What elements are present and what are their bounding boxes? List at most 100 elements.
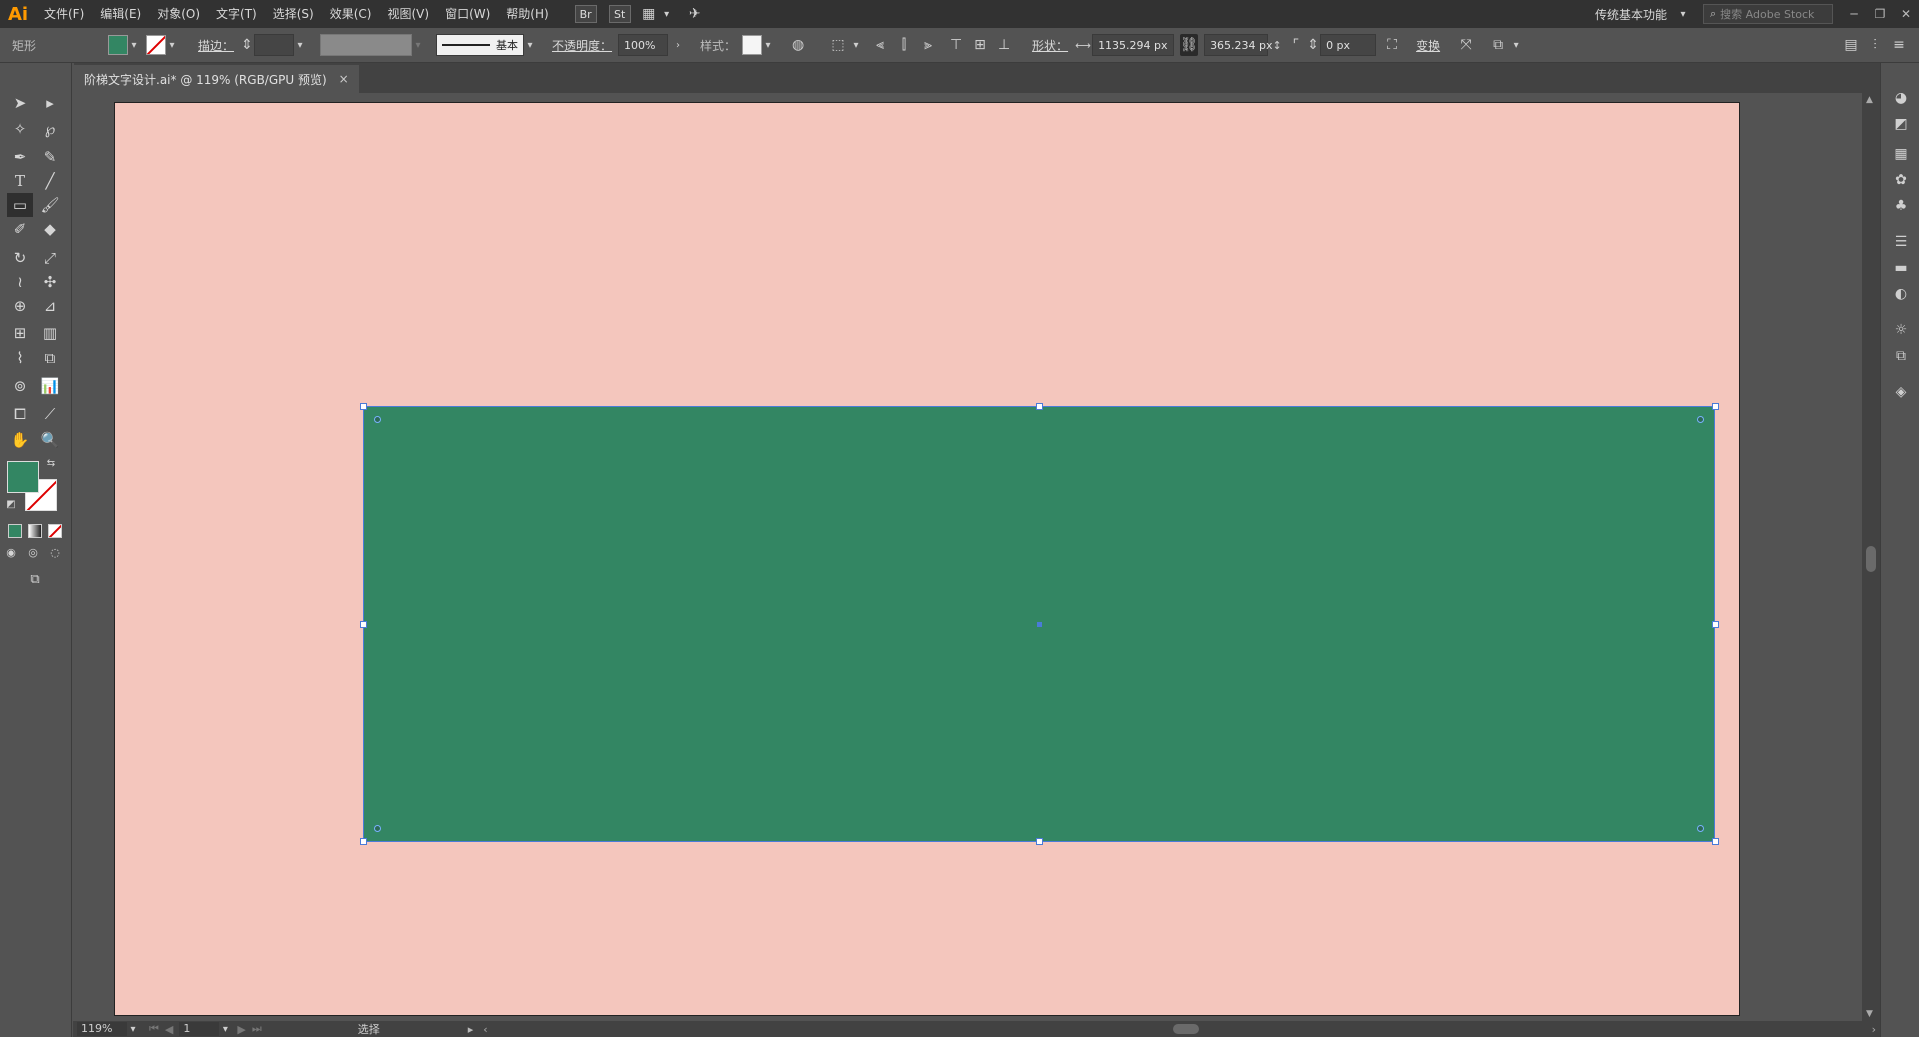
stroke-swatch[interactable] xyxy=(146,35,166,55)
handle-top-left[interactable] xyxy=(360,403,367,410)
direct-selection-tool-icon[interactable]: ▸ xyxy=(37,91,63,115)
stroke-panel-icon[interactable]: ☰ xyxy=(1890,231,1912,253)
align-left-icon[interactable]: ⫷ xyxy=(868,33,892,57)
corner-widget-top-left[interactable] xyxy=(374,416,381,423)
menu-effect[interactable]: 效果(C) xyxy=(322,0,380,28)
handle-middle-right[interactable] xyxy=(1712,621,1719,628)
swatches-panel-icon[interactable]: ▦ xyxy=(1890,143,1912,165)
default-fill-stroke-icon[interactable]: ◩ xyxy=(4,497,18,511)
restore-icon[interactable]: ❐ xyxy=(1867,0,1893,28)
rotate-tool-icon[interactable]: ↻ xyxy=(7,246,33,270)
scale-tool-icon[interactable]: ⤢ xyxy=(37,246,63,270)
handle-bottom-right[interactable] xyxy=(1712,838,1719,845)
align-vertical-center-icon[interactable]: ⊞ xyxy=(968,33,992,57)
symbols-panel-icon[interactable]: ♣ xyxy=(1890,195,1912,217)
stroke-dropdown-icon[interactable]: ▾ xyxy=(166,40,178,51)
paintbrush-tool-icon[interactable]: 🖌 xyxy=(37,193,63,217)
curvature-tool-icon[interactable]: ✎ xyxy=(37,145,63,169)
appearance-panel-icon[interactable]: ☼ xyxy=(1890,319,1912,341)
scroll-down-arrow-icon[interactable]: ▼ xyxy=(1866,1009,1873,1019)
selected-green-rectangle[interactable] xyxy=(363,406,1715,842)
handle-top-center[interactable] xyxy=(1036,403,1043,410)
variable-width-profile[interactable] xyxy=(320,34,413,56)
width-tool-icon[interactable]: ≀ xyxy=(7,270,33,294)
corner-type-icon[interactable]: ⌜ xyxy=(1286,33,1306,57)
handle-middle-left[interactable] xyxy=(360,621,367,628)
stock-button[interactable]: St xyxy=(608,5,631,23)
minimize-icon[interactable]: ─ xyxy=(1841,0,1867,28)
corner-radius-field[interactable]: 0 px xyxy=(1320,34,1377,56)
zoom-dropdown-icon[interactable]: ▾ xyxy=(127,1024,139,1035)
perspective-grid-tool-icon[interactable]: ⊿ xyxy=(37,294,63,318)
menu-select[interactable]: 选择(S) xyxy=(265,0,322,28)
lasso-tool-icon[interactable]: ℘ xyxy=(37,117,63,141)
zoom-level-field[interactable]: 119% xyxy=(77,1022,127,1036)
draw-inside-icon[interactable]: ◌ xyxy=(46,543,64,561)
draw-normal-icon[interactable]: ◉ xyxy=(2,543,20,561)
opacity-field[interactable]: 100% xyxy=(618,34,669,56)
graphic-style-swatch[interactable] xyxy=(742,35,763,55)
symbol-sprayer-tool-icon[interactable]: ⊚ xyxy=(7,374,33,398)
corner-widget-top-right[interactable] xyxy=(1697,416,1704,423)
control-menu-icon[interactable]: ⫶ xyxy=(1863,33,1887,57)
arrange-panels-icon[interactable]: ▤ xyxy=(1839,33,1863,57)
height-field[interactable]: 365.234 px xyxy=(1204,34,1273,56)
blend-tool-icon[interactable]: ⧉ xyxy=(37,346,63,370)
gradient-tool-icon[interactable]: ▥ xyxy=(37,321,63,345)
corner-widget-bottom-right[interactable] xyxy=(1697,825,1704,832)
shaper-tool-icon[interactable]: ✐ xyxy=(7,217,33,241)
handle-top-right[interactable] xyxy=(1712,403,1719,410)
document-tab-close-icon[interactable]: × xyxy=(339,72,349,86)
draw-behind-icon[interactable]: ◎ xyxy=(24,543,42,561)
artboard-tool-icon[interactable]: ⧠ xyxy=(7,402,33,426)
shape-builder-tool-icon[interactable]: ⊕ xyxy=(7,294,33,318)
menu-file[interactable]: 文件(F) xyxy=(36,0,92,28)
type-tool-icon[interactable]: T xyxy=(7,169,33,193)
workspace-dropdown-icon[interactable]: ▾ xyxy=(1677,9,1689,20)
status-menu-arrow-icon[interactable]: ▸ xyxy=(468,1023,474,1036)
screen-mode-icon[interactable]: ⧉ xyxy=(22,569,48,589)
corner-widget-bottom-left[interactable] xyxy=(374,825,381,832)
pen-tool-icon[interactable]: ✒ xyxy=(7,145,33,169)
selection-tool-icon[interactable]: ➤ xyxy=(7,91,33,115)
stroke-weight-dropdown-icon[interactable]: ▾ xyxy=(294,40,306,51)
bridge-button[interactable]: Br xyxy=(574,5,597,23)
scroll-right-arrow-icon[interactable]: › xyxy=(1872,1023,1876,1036)
canvas-area[interactable] xyxy=(73,93,1880,1021)
artboard[interactable] xyxy=(114,102,1740,1016)
color-guide-icon[interactable]: ◩ xyxy=(1890,113,1912,135)
arrange-dropdown-icon[interactable]: ▾ xyxy=(661,9,673,20)
select-similar-icon[interactable]: ⧉ xyxy=(1486,33,1510,57)
horizontal-scroll-thumb[interactable] xyxy=(1173,1024,1199,1034)
graphic-styles-panel-icon[interactable]: ⧉ xyxy=(1890,345,1912,367)
fill-color-box[interactable] xyxy=(7,461,39,493)
align-to-dropdown-icon[interactable]: ▾ xyxy=(850,40,862,51)
align-horizontal-center-icon[interactable]: ⫿ xyxy=(892,33,916,57)
column-graph-tool-icon[interactable]: 📊 xyxy=(37,374,63,398)
handle-bottom-left[interactable] xyxy=(360,838,367,845)
transform-link[interactable]: 变换 xyxy=(1410,37,1446,54)
menu-object[interactable]: 对象(O) xyxy=(149,0,208,28)
brush-definition-field[interactable]: 基本 xyxy=(436,34,525,56)
vertical-scroll-thumb[interactable] xyxy=(1866,546,1876,572)
constrain-proportions-link-icon[interactable]: ⛓ xyxy=(1180,34,1199,56)
stroke-label[interactable]: 描边： xyxy=(192,37,240,54)
shape-label[interactable]: 形状： xyxy=(1026,37,1074,54)
graphic-style-dropdown-icon[interactable]: ▾ xyxy=(762,40,774,51)
arrange-documents-icon[interactable]: ▦ xyxy=(637,2,661,26)
control-panel-menu-icon[interactable]: ≡ xyxy=(1887,33,1911,57)
gradient-panel-icon[interactable]: ▬ xyxy=(1890,257,1912,279)
first-artboard-icon[interactable]: ⏮ xyxy=(149,1022,159,1036)
variable-width-dropdown-icon[interactable]: ▾ xyxy=(412,40,424,51)
transparency-panel-icon[interactable]: ◐ xyxy=(1890,283,1912,305)
layers-panel-icon[interactable]: ◈ xyxy=(1890,381,1912,403)
artboard-number-field[interactable]: 1 xyxy=(179,1022,220,1036)
magic-wand-tool-icon[interactable]: ✧ xyxy=(7,117,33,141)
align-bottom-icon[interactable]: ⊥ xyxy=(992,33,1016,57)
brushes-panel-icon[interactable]: ✿ xyxy=(1890,169,1912,191)
swap-fill-stroke-icon[interactable]: ⇆ xyxy=(44,456,58,470)
gpu-performance-icon[interactable]: ✈ xyxy=(683,2,707,26)
document-tab[interactable]: 阶梯文字设计.ai* @ 119% (RGB/GPU 预览) × xyxy=(74,65,359,93)
stroke-weight-field[interactable] xyxy=(254,34,295,56)
stroke-weight-stepper-icon[interactable]: ⇕ xyxy=(240,33,254,57)
